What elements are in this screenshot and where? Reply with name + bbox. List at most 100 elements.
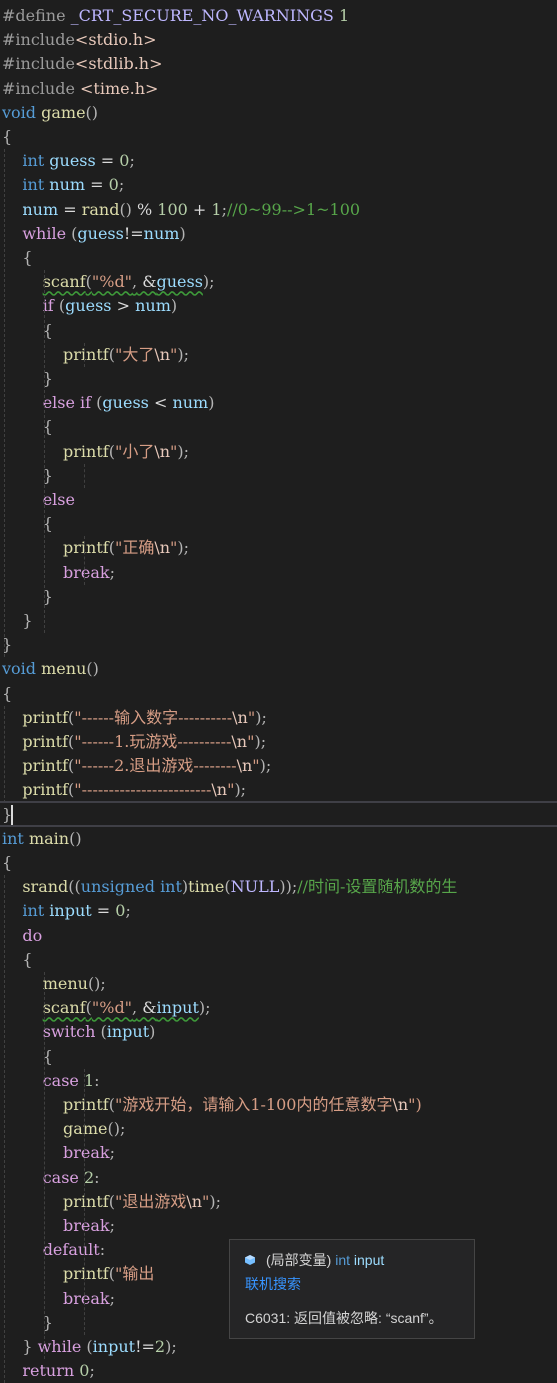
code-line[interactable]: { [0, 851, 557, 875]
code-token: //0~99-->1~100 [227, 199, 361, 219]
code-line[interactable]: else if (guess < num) [0, 391, 557, 415]
code-line[interactable]: scanf("%d", &input); [0, 996, 557, 1020]
code-token: #include [2, 30, 75, 50]
code-line[interactable]: } [0, 803, 557, 827]
code-token: void [2, 659, 42, 679]
code-line[interactable]: int input = 0; [0, 899, 557, 923]
code-line[interactable]: printf("------1.玩游戏----------\n"); [0, 730, 557, 754]
code-token: game [63, 1119, 108, 1139]
code-line[interactable]: { [0, 319, 557, 343]
code-line[interactable]: { [0, 512, 557, 536]
code-line[interactable]: #include<stdio.h> [0, 28, 557, 52]
code-token: != [135, 1337, 155, 1356]
code-token: () [85, 102, 99, 122]
code-token: != [123, 223, 144, 243]
code-token: printf [22, 707, 69, 727]
code-token: "------1.玩游戏---------- [74, 732, 232, 751]
code-token: () [69, 828, 82, 848]
code-line[interactable]: return 0; [0, 1359, 557, 1383]
code-line[interactable]: printf("------输入数字----------\n"); [0, 706, 557, 730]
code-token: ; [109, 1216, 116, 1235]
code-token: { [2, 127, 13, 146]
code-token: ); [254, 732, 267, 751]
code-line[interactable]: { [0, 1045, 557, 1069]
code-token: 0 [115, 901, 126, 921]
code-token: scanf [42, 272, 86, 292]
code-line[interactable]: num = rand() % 100 + 1;//0~99-->1~100 [0, 198, 557, 222]
code-token: guess [49, 151, 96, 171]
code-line[interactable]: { [0, 415, 557, 439]
code-line[interactable]: int main() [0, 827, 557, 851]
code-token: } [22, 611, 33, 630]
code-token: case [42, 1167, 84, 1187]
code-line[interactable]: srand((unsigned int)time(NULL));//时间-设置随… [0, 875, 557, 899]
code-line[interactable]: #define _CRT_SECURE_NO_WARNINGS 1 [0, 4, 557, 28]
code-line[interactable]: } [0, 367, 557, 391]
function-separator [0, 800, 557, 803]
code-line[interactable]: void game() [0, 101, 557, 125]
code-token: printf [63, 441, 109, 461]
code-line[interactable]: { [0, 125, 557, 149]
code-token: break [63, 1143, 110, 1163]
code-line[interactable]: } [0, 633, 557, 657]
code-line[interactable]: } [0, 609, 557, 633]
tooltip-warning-text: C6031: 返回值被忽略: “scanf”。 [245, 1310, 443, 1326]
code-token: } [22, 1337, 38, 1356]
code-token: return [22, 1361, 75, 1381]
tooltip-signature: (局部变量) int input [244, 1250, 384, 1270]
code-line[interactable]: do [0, 924, 557, 948]
code-token: ") [408, 1095, 422, 1114]
code-line[interactable]: switch (input) [0, 1020, 557, 1044]
code-editor[interactable]: #define _CRT_SECURE_NO_WARNINGS 1 #includ… [0, 0, 557, 1383]
code-line[interactable]: printf("------------------------\n"); [0, 778, 557, 802]
code-line[interactable]: printf("------2.退出游戏--------\n"); [0, 754, 557, 778]
code-line[interactable]: void menu() [0, 657, 557, 681]
code-token: num [22, 199, 59, 219]
code-token: ); [259, 756, 272, 776]
code-line[interactable]: } [0, 585, 557, 609]
code-token: \n [154, 344, 171, 364]
code-token: printf [22, 732, 69, 751]
indent-guide [44, 972, 45, 1360]
code-token: int [22, 151, 50, 171]
code-token: \n [211, 780, 228, 800]
code-line[interactable]: int guess = 0; [0, 149, 557, 173]
code-token: guess [77, 223, 124, 243]
code-line[interactable]: if (guess > num) [0, 294, 557, 318]
code-token: menu [41, 659, 87, 679]
code-line[interactable]: else [0, 488, 557, 512]
code-line[interactable]: int num = 0; [0, 173, 557, 197]
code-line[interactable]: #include<stdlib.h> [0, 52, 557, 76]
code-line[interactable]: { [0, 682, 557, 706]
code-token: = [85, 175, 109, 195]
text-caret [11, 804, 13, 825]
code-token: break [63, 1216, 110, 1235]
code-token: = [91, 901, 116, 921]
code-token: ; [125, 901, 131, 921]
code-token: NULL [230, 877, 280, 897]
code-line[interactable]: while (guess!=num) [0, 222, 557, 246]
code-line[interactable]: { [0, 246, 557, 270]
code-token: () [86, 659, 99, 679]
code-token: printf [63, 538, 109, 558]
code-line[interactable]: scanf("%d", &guess); [0, 270, 557, 294]
code-token: input [49, 901, 92, 921]
code-line[interactable]: printf("小了\n"); [0, 440, 557, 464]
code-token: srand [22, 877, 69, 897]
online-search-link[interactable]: 联机搜索 [245, 1274, 301, 1294]
code-line[interactable]: { [0, 948, 557, 972]
code-token: guess [65, 296, 112, 316]
code-line[interactable]: menu(); [0, 972, 557, 996]
code-line[interactable]: #include <time.h> [0, 77, 557, 101]
code-token: 2 [83, 1167, 95, 1187]
